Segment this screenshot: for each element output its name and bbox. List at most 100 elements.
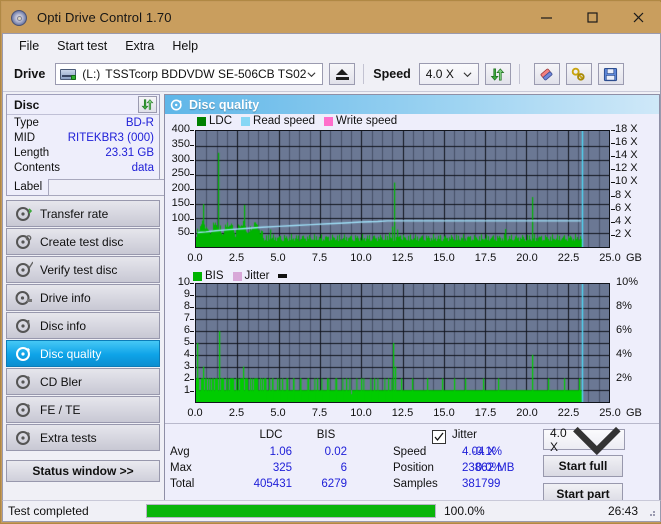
legend-label-read-speed: Read speed <box>253 115 316 127</box>
disc-panel-title: Disc <box>14 97 40 112</box>
axis-tick-label: 200 <box>171 182 190 194</box>
disc-refresh-button[interactable] <box>138 96 157 113</box>
sidebar-item-disc-info[interactable]: Disc info <box>6 312 160 339</box>
eject-button[interactable] <box>329 63 356 85</box>
axis-tick-label: 6 <box>183 324 190 336</box>
sidebar-item-fe-te[interactable]: FE / TE <box>6 396 160 423</box>
axis-tick-label: 2 <box>183 372 190 384</box>
sidebar-item-cd-bler[interactable]: CD Bler <box>6 368 160 395</box>
sidebar-item-label: Drive info <box>40 290 91 305</box>
menu-extra[interactable]: Extra <box>116 37 163 55</box>
chevron-down-icon <box>307 71 316 77</box>
close-icon[interactable] <box>615 2 661 33</box>
stats-row-total-ldc: 405431 <box>253 478 292 490</box>
sidebar-item-create-test-disc[interactable]: Create test disc <box>6 228 160 255</box>
speed-value: 4.04 X <box>462 446 496 458</box>
axis-tick-label: 250 <box>171 167 190 180</box>
axis-tick-label: 20.0 <box>516 407 538 419</box>
sidebar-item-label: CD Bler <box>40 374 83 389</box>
axis-tick-label: 22.5 <box>557 252 580 264</box>
eraser-icon <box>540 68 553 80</box>
test-speed-value: 4.0 X <box>550 425 567 454</box>
menu-file[interactable]: File <box>10 37 48 55</box>
axis-tick-label: 25.0 <box>599 252 621 264</box>
sidebar-item-label: Disc info <box>40 318 87 333</box>
legend-label-bis: BIS <box>205 270 224 282</box>
drive-letter: (L:) <box>82 67 101 81</box>
axis-tick-label: 2 X <box>615 227 632 240</box>
start-full-button[interactable]: Start full <box>543 455 623 477</box>
samples-value: 381799 <box>462 478 501 490</box>
axis-tick-label: 12.5 <box>391 252 414 264</box>
disc-key-type: Type <box>14 116 39 129</box>
save-button[interactable] <box>597 63 624 85</box>
axis-tick-label: 10 <box>177 276 190 288</box>
axis-tick-label: 350 <box>171 137 190 150</box>
axis-tick-mark <box>190 130 194 131</box>
progress-fill <box>147 505 435 517</box>
axis-tick-label: 10% <box>616 276 639 288</box>
title-bar: Opti Drive Control 1.70 <box>2 2 661 33</box>
axis-tick-mark <box>190 159 194 161</box>
axis-tick-mark <box>190 174 194 176</box>
toolbar-separator-1 <box>363 64 365 84</box>
axis-tick-mark <box>190 233 194 235</box>
disc-row-contents: Contents data <box>7 160 159 175</box>
eject-icon <box>335 68 349 80</box>
drive-select[interactable]: (L:) TSSTcorp BDDVDW SE-506CB TS02 <box>55 63 324 85</box>
disc-drive-icon <box>15 290 32 305</box>
sidebar-item-verify-test-disc[interactable]: Verify test disc <box>6 256 160 283</box>
disc-bler-icon <box>16 374 31 389</box>
minimize-icon[interactable] <box>523 2 569 33</box>
disc-row-type: Type BD-R <box>7 115 159 130</box>
sidebar-item-extra-tests[interactable]: Extra tests <box>6 424 160 451</box>
axis-tick-mark <box>190 295 194 296</box>
disc-key-contents: Contents <box>14 161 61 174</box>
menu-bar: File Start test Extra Help <box>3 34 660 57</box>
sidebar-item-label: Create test disc <box>40 234 124 249</box>
axis-tick-mark <box>190 218 194 220</box>
drive-label: Drive <box>14 67 46 81</box>
status-window-button[interactable]: Status window >> <box>6 460 160 482</box>
sidebar-item-label: FE / TE <box>40 402 81 417</box>
plot-area-top <box>195 130 610 248</box>
chevron-down-icon <box>463 71 472 77</box>
sidebar-item-disc-quality[interactable]: Disc quality <box>6 340 160 367</box>
axis-tick-mark <box>190 307 194 308</box>
sidebar-item-drive-info[interactable]: Drive info <box>6 284 160 311</box>
refresh-button[interactable] <box>484 63 511 85</box>
erase-button[interactable] <box>533 63 560 85</box>
axis-tick-label: 10.0 <box>350 252 372 264</box>
nav-list: Transfer rate Create test disc Verify te… <box>6 200 160 451</box>
axis-tick-label: 15.0 <box>433 407 455 419</box>
stats-row-total-bis: 6279 <box>321 478 347 490</box>
axis-tick-label: 9 <box>183 288 190 300</box>
maximize-icon[interactable] <box>569 2 615 33</box>
axis-tick-label: 2.5 <box>228 252 245 264</box>
resize-grip-icon[interactable] <box>645 506 657 518</box>
keys-button[interactable] <box>565 63 592 85</box>
save-icon <box>604 67 618 81</box>
disc-info-icon <box>16 318 30 333</box>
axis-tick-label: 16 X <box>615 136 638 149</box>
menu-help[interactable]: Help <box>163 37 207 55</box>
speed-select[interactable]: 4.0 X <box>418 63 479 85</box>
disc-key-mid: MID <box>14 131 36 144</box>
jitter-checkbox[interactable] <box>432 430 446 444</box>
sidebar-item-label: Transfer rate <box>40 206 109 221</box>
disc-verify-icon <box>16 261 33 277</box>
window-title: Opti Drive Control 1.70 <box>37 10 172 25</box>
disc-value-mid: RITEKBR3 (000) <box>67 131 154 144</box>
menu-start-test[interactable]: Start test <box>48 37 116 55</box>
sidebar-item-transfer-rate[interactable]: Transfer rate <box>6 200 160 227</box>
speed-label: Speed <box>373 67 411 81</box>
axis-tick-label: 5 <box>183 336 190 348</box>
legend-swatch-ldc <box>197 116 206 126</box>
axis-tick-label: 18 X <box>615 123 638 135</box>
sidebar: Disc Type BD-R MID RITEKBR3 (000) Length… <box>6 94 250 514</box>
test-speed-select[interactable]: 4.0 X <box>543 426 625 455</box>
axis-tick-label: 4 X <box>615 214 632 227</box>
legend-label-write-speed: Write speed <box>336 115 398 127</box>
refresh-icon <box>141 99 154 110</box>
progress-percent: 100.0% <box>444 504 485 518</box>
